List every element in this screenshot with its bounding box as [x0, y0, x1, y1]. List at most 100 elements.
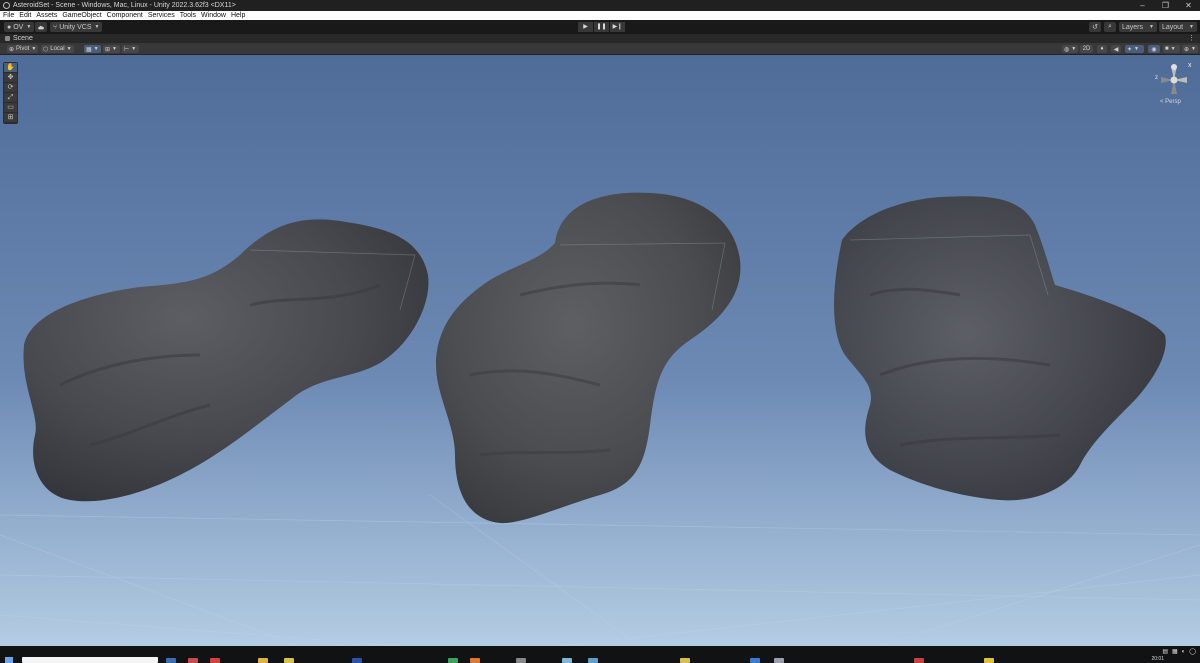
menu-edit[interactable]: Edit — [19, 11, 31, 20]
chevron-down-icon: ▼ — [66, 46, 72, 52]
taskbar-app-icon[interactable] — [516, 658, 526, 663]
snap-icon: ⊞ — [105, 46, 111, 53]
cloud-icon — [38, 25, 44, 29]
measure-dropdown[interactable]: ⊢ ▼ — [122, 45, 139, 53]
taskbar-app-icon[interactable] — [588, 658, 598, 663]
taskbar-clock[interactable]: 20:01 — [1151, 656, 1164, 662]
rotate-tool-button[interactable]: ⟳ — [4, 83, 17, 92]
branch-icon: ⑂ — [53, 23, 58, 31]
hand-tool-button[interactable]: ✋ — [4, 63, 17, 72]
taskbar-app-icon[interactable] — [470, 658, 480, 663]
layout-dropdown[interactable]: Layout ▼ — [1159, 22, 1197, 32]
chevron-down-icon: ▼ — [94, 24, 100, 30]
eye-icon: ◉ — [1151, 46, 1157, 53]
close-button[interactable]: ✕ — [1177, 0, 1200, 11]
play-button[interactable]: ▶ — [578, 22, 593, 32]
taskbar-app-icon[interactable] — [188, 658, 198, 663]
taskbar-app-icon[interactable] — [750, 658, 760, 663]
taskbar-app-icon[interactable] — [352, 658, 362, 663]
taskbar-app-icon[interactable] — [258, 658, 268, 663]
menu-window[interactable]: Window — [201, 11, 226, 20]
unity-logo-icon — [3, 2, 10, 9]
lighting-toggle[interactable]: ♦ — [1097, 45, 1107, 53]
gizmo-z-label: z — [1155, 75, 1158, 81]
tab-scene[interactable]: Scene — [13, 35, 33, 42]
toggle-2d-label: 2D — [1082, 46, 1091, 52]
toggle-2d-button[interactable]: 2D — [1080, 45, 1093, 53]
taskbar-app-icon[interactable] — [984, 658, 994, 663]
search-button[interactable]: ⌕ — [1104, 22, 1116, 32]
start-button[interactable] — [5, 657, 13, 663]
history-icon: ↺ — [1092, 24, 1098, 31]
taskbar-app-icon[interactable] — [166, 658, 176, 663]
speaker-icon: ◀ — [1113, 46, 1119, 53]
gizmo-x-label: x — [1188, 62, 1192, 69]
local-label: Local — [50, 46, 65, 52]
pivot-icon: ⊕ — [9, 46, 15, 53]
draw-mode-dropdown[interactable]: ◍ ▼ — [1062, 45, 1078, 53]
taskbar-app-icon[interactable] — [680, 658, 690, 663]
taskbar-app-icon[interactable] — [774, 658, 784, 663]
pause-button[interactable]: ❚❚ — [594, 22, 609, 32]
menu-assets[interactable]: Assets — [36, 11, 57, 20]
chevron-down-icon: ▼ — [1191, 46, 1196, 52]
menu-component[interactable]: Component — [107, 11, 143, 20]
taskbar-search-box[interactable] — [22, 657, 158, 663]
taskbar-app-icon[interactable] — [914, 658, 924, 663]
menu-bar: File Edit Assets GameObject Component Se… — [0, 11, 1200, 20]
taskbar-app-icon[interactable] — [210, 658, 220, 663]
chevron-down-icon: ▼ — [1071, 46, 1077, 52]
grid-icon: ▦ — [86, 46, 92, 53]
unity-vcs-label: Unity VCS — [59, 23, 92, 31]
scene-icon — [5, 36, 10, 41]
taskbar-app-icon[interactable] — [562, 658, 572, 663]
cloud-button[interactable] — [35, 22, 47, 32]
projection-toggle[interactable]: < Persp — [1160, 99, 1181, 105]
window-controls: – ❐ ✕ — [1131, 0, 1200, 11]
local-dropdown[interactable]: ⬡ Local ▼ — [41, 45, 74, 53]
maximize-button[interactable]: ❐ — [1154, 0, 1177, 11]
menu-tools[interactable]: Tools — [180, 11, 196, 20]
rect-tool-button[interactable]: ▭ — [4, 103, 17, 112]
minimize-button[interactable]: – — [1131, 0, 1154, 11]
account-label: OV — [13, 23, 24, 31]
effects-dropdown[interactable]: ✦ ▼ — [1125, 45, 1144, 53]
transform-tool-button[interactable]: ⊞ — [4, 113, 17, 122]
scene-viewport[interactable] — [0, 55, 1200, 646]
pivot-dropdown[interactable]: ⊕ Pivot ▼ — [7, 45, 39, 53]
chevron-down-icon: ▼ — [1134, 46, 1139, 52]
scale-tool-button[interactable]: ⤢ — [4, 93, 17, 102]
step-button[interactable]: ▶❙ — [610, 22, 625, 32]
move-tool-button[interactable]: ✥ — [4, 73, 17, 82]
undo-history-button[interactable]: ↺ — [1089, 22, 1101, 32]
orientation-gizmo[interactable]: x z — [1153, 62, 1195, 98]
account-dropdown[interactable]: ● OV ▼ — [4, 22, 35, 32]
menu-file[interactable]: File — [3, 11, 14, 20]
gizmos-dropdown[interactable]: ⊕ ▼ — [1182, 45, 1198, 53]
network-icon[interactable]: ▦ — [1172, 648, 1178, 655]
chevron-down-icon: ▼ — [26, 24, 32, 30]
unity-vcs-dropdown[interactable]: ⑂ Unity VCS ▼ — [50, 22, 103, 32]
camera-icon: ■ — [1165, 46, 1169, 52]
monitor-icon[interactable]: ▤ — [1162, 648, 1168, 655]
chevron-down-icon: ▼ — [93, 46, 99, 52]
camera-dropdown[interactable]: ■ ▼ — [1163, 45, 1180, 53]
increment-snap-dropdown[interactable]: ⊞ ▼ — [103, 45, 120, 53]
pivot-label: Pivot — [16, 46, 30, 52]
menu-help[interactable]: Help — [231, 11, 245, 20]
menu-gameobject[interactable]: GameObject — [62, 11, 101, 20]
volume-icon[interactable]: ◐ — [1182, 649, 1186, 655]
tab-menu-button[interactable]: ⋮ — [1188, 34, 1195, 43]
menu-services[interactable]: Services — [148, 11, 175, 20]
hidden-objects-toggle[interactable]: ◉ — [1148, 45, 1160, 53]
audio-toggle[interactable]: ◀ — [1111, 45, 1121, 53]
taskbar-app-icon[interactable] — [448, 658, 458, 663]
layout-label: Layout — [1162, 23, 1184, 31]
taskbar-app-icon[interactable] — [284, 658, 294, 663]
grid-snapping-dropdown[interactable]: ▦ ▼ — [84, 45, 101, 53]
account-icon: ● — [7, 23, 12, 31]
layers-dropdown[interactable]: Layers ▼ — [1119, 22, 1157, 32]
notification-icon[interactable]: ◯ — [1189, 648, 1196, 655]
system-tray: ▤ ▦ ◐ ◯ — [1158, 648, 1196, 656]
effects-icon: ✦ — [1127, 46, 1133, 53]
